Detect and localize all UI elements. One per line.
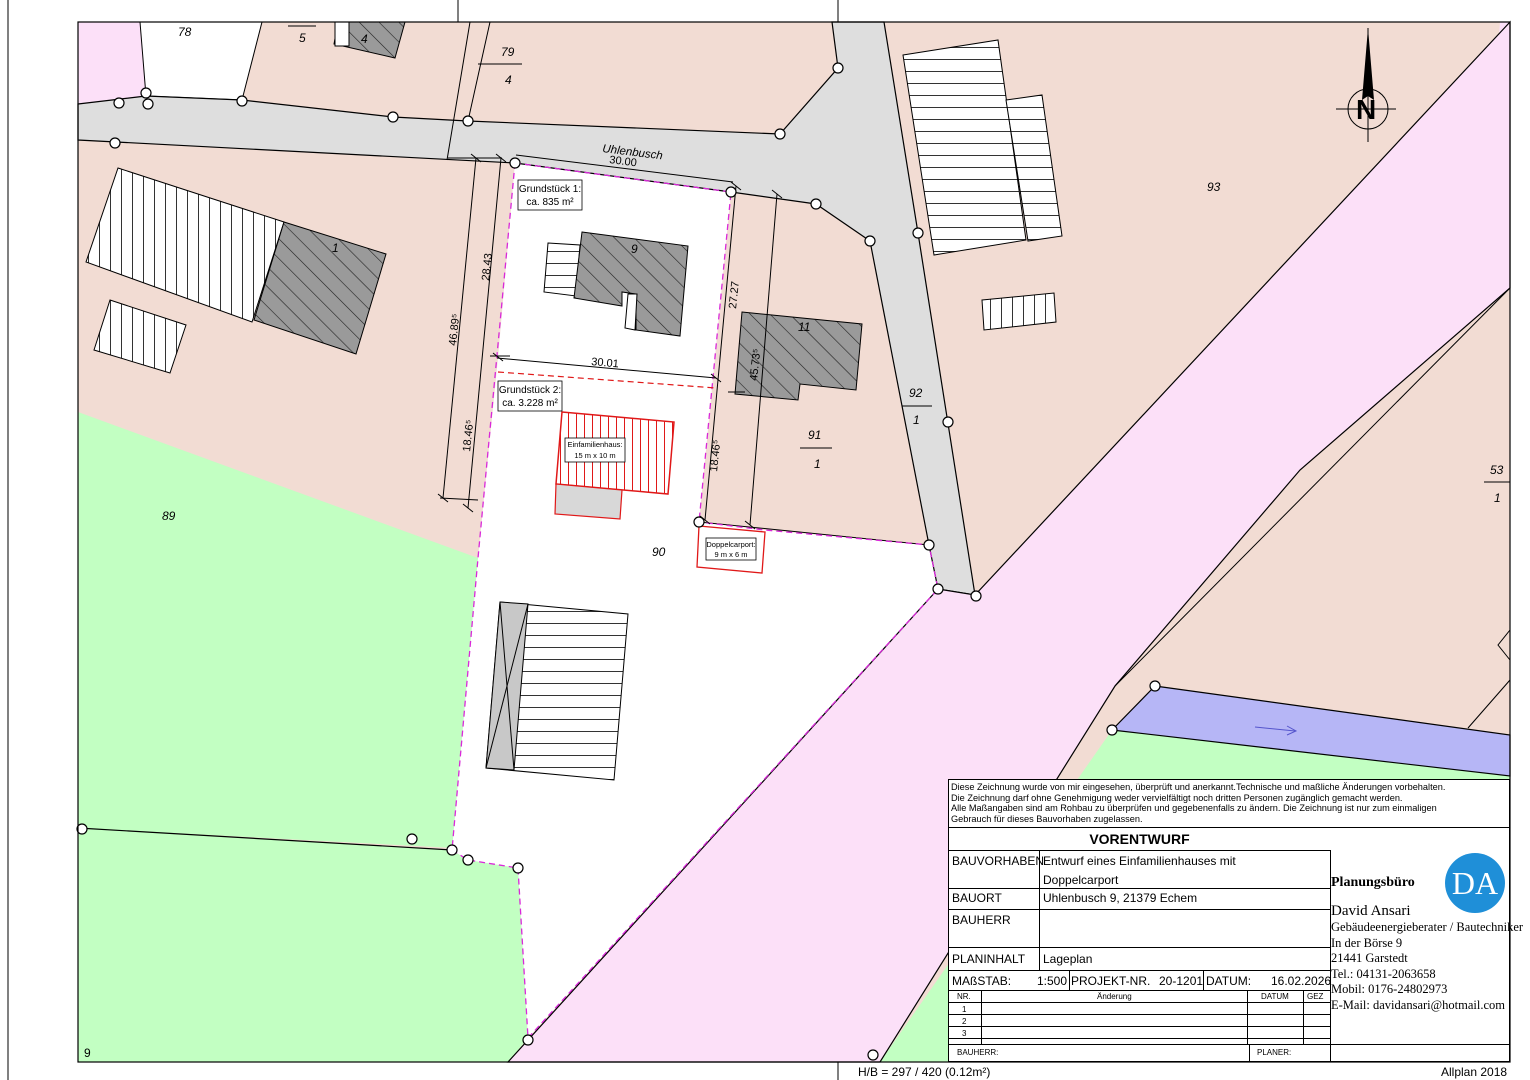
bauvorhaben-label: BAUVORHABEN xyxy=(952,854,1045,868)
parcel-79: 79 xyxy=(501,45,515,59)
green-zone-9 xyxy=(78,828,528,1062)
firm-role: Gebäudeenergieberater / Bautechniker xyxy=(1331,920,1524,934)
rev-row-2: 2 xyxy=(962,1017,967,1026)
legal-notice: Diese Zeichnung wurde von mir eingesehen… xyxy=(951,782,1446,824)
parcel-89: 89 xyxy=(162,509,176,523)
rev-row-3: 3 xyxy=(962,1029,967,1038)
parcel-9-bottom: 9 xyxy=(84,1046,91,1060)
parcel-1: 1 xyxy=(332,241,339,255)
parcel-92-sub: 1 xyxy=(913,413,920,427)
datum-value: 16.02.2026 xyxy=(1271,974,1332,988)
planinhalt-label: PLANINHALT xyxy=(952,952,1026,966)
carport-label-line2: 9 m x 6 m xyxy=(715,550,748,559)
parcel-53: 53 xyxy=(1490,463,1504,477)
rev-row-1: 1 xyxy=(962,1005,967,1014)
parcel-53-sub: 1 xyxy=(1494,491,1501,505)
plot1-label-line2: ca. 835 m² xyxy=(526,197,574,208)
projekt-label: PROJEKT-NR. xyxy=(1071,974,1151,988)
firm-street: In der Börse 9 xyxy=(1331,935,1403,950)
firm-tel: Tel.: 04131-2063658 xyxy=(1331,966,1436,981)
parcel-93: 93 xyxy=(1207,180,1221,194)
rev-header-nr: NR. xyxy=(957,992,971,1001)
bauort-label: BAUORT xyxy=(952,891,1002,905)
plot1-label-line1: Grundstück 1: xyxy=(519,184,581,195)
house-label-line1: Einfamilienhaus: xyxy=(567,440,622,449)
firm-mobil: Mobil: 0176-24802973 xyxy=(1331,982,1448,996)
parcel-91: 91 xyxy=(808,428,821,442)
firm-city: 21441 Garstedt xyxy=(1331,951,1408,965)
parcel-11: 11 xyxy=(798,320,810,334)
parcel-78: 78 xyxy=(178,25,192,39)
parcel-91-sub: 1 xyxy=(814,457,821,471)
rev-header-aenderung: Änderung xyxy=(1097,992,1132,1001)
plot2-label-line1: Grundstück 2: xyxy=(499,385,561,396)
bauherr-label: BAUHERR xyxy=(952,913,1011,927)
compass-label: N xyxy=(1356,94,1376,125)
bauort-value: Uhlenbusch 9, 21379 Echem xyxy=(1043,891,1198,905)
parcel-9: 9 xyxy=(631,242,638,256)
rev-header-gez: GEZ xyxy=(1307,992,1324,1001)
rev-header-datum: DATUM xyxy=(1261,992,1289,1001)
house-label-line2: 15 m x 10 m xyxy=(574,451,615,460)
massstab-label: MAßSTAB: xyxy=(952,974,1012,988)
sheet-format: H/B = 297 / 420 (0.12m²) xyxy=(858,1065,991,1079)
parcel-5: 5 xyxy=(299,31,306,45)
logo-text: DA xyxy=(1452,865,1498,901)
plot2-label-line2: ca. 3.228 m² xyxy=(502,398,558,409)
bauvorhaben-line1: Entwurf eines Einfamilienhauses mit xyxy=(1043,854,1236,868)
carport-label-line1: Doppelcarport: xyxy=(706,540,755,549)
parcel-90: 90 xyxy=(652,545,666,559)
parcel-92: 92 xyxy=(909,386,923,400)
software-label: Allplan 2018 xyxy=(1441,1065,1508,1079)
dim-mid-width: 30.01 xyxy=(591,356,619,370)
planinhalt-value: Lageplan xyxy=(1043,952,1093,966)
projekt-value: 20-1201 xyxy=(1159,974,1204,988)
parcel-4: 4 xyxy=(361,32,368,46)
drawing-title: VORENTWURF xyxy=(1089,831,1190,847)
bauvorhaben-line2: Doppelcarport xyxy=(1043,873,1119,887)
footer-planer-label: PLANER: xyxy=(1257,1048,1292,1057)
footer-bauherr-label: BAUHERR: xyxy=(957,1048,999,1057)
datum-label: DATUM: xyxy=(1206,974,1252,988)
firm-logo-icon: DA xyxy=(1445,853,1505,913)
massstab-value: 1:500 xyxy=(1037,974,1068,988)
firm-email: E-Mail: davidansari@hotmail.com xyxy=(1331,997,1505,1012)
parcel-79-sub: 4 xyxy=(505,73,512,87)
